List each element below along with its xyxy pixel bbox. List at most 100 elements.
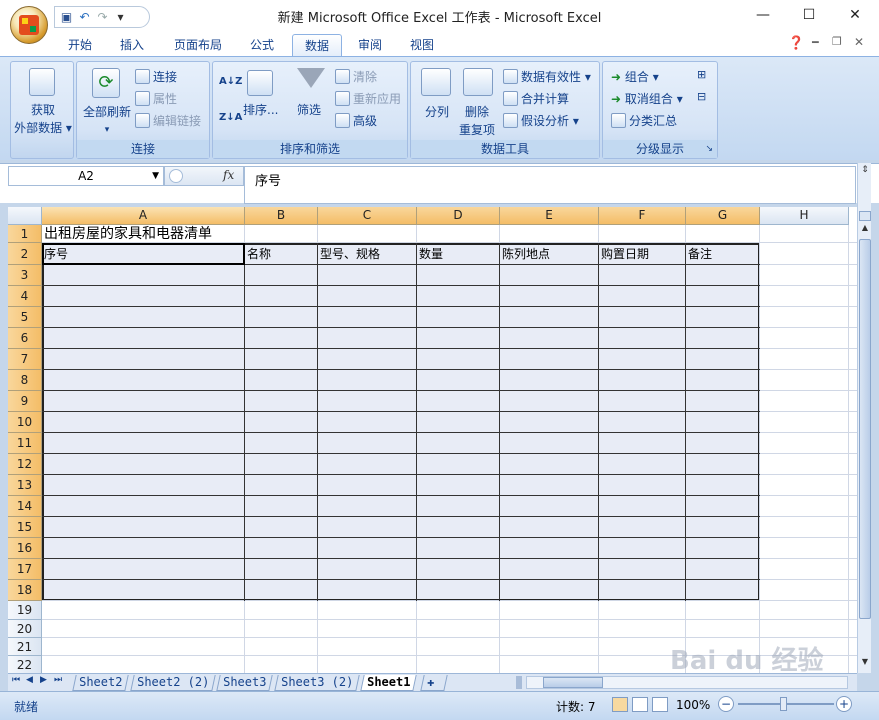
header-cell-c[interactable]: 型号、规格 [318,243,417,265]
select-all-corner[interactable] [8,207,42,225]
tab-split-handle[interactable] [516,676,522,689]
clear-button[interactable]: 清除 [335,69,377,85]
row-header-10[interactable]: 10 [8,412,42,433]
workbook-minimize-icon[interactable]: ━ [812,36,819,49]
remove-duplicates-button[interactable] [463,68,493,100]
reapply-button[interactable]: 重新应用 [335,91,401,107]
column-header-g[interactable]: G [686,207,760,225]
column-header-f[interactable]: F [599,207,686,225]
tab-data[interactable]: 数据 [292,34,343,57]
tab-review[interactable]: 审阅 [346,34,394,57]
properties-button[interactable]: 属性 [135,91,177,107]
header-cell-b[interactable]: 名称 [245,243,318,265]
page-break-view-icon[interactable] [652,697,668,712]
formula-expand-icon[interactable]: ⇕ [859,165,871,179]
column-header-e[interactable]: E [500,207,599,225]
sort-ascending-button[interactable]: A↓Z [219,74,242,90]
expand-formula-icon[interactable] [169,169,183,183]
row-header-20[interactable]: 20 [8,620,42,638]
last-sheet-icon[interactable]: ⏭ [54,675,62,685]
dialog-launcher-icon[interactable]: ↘ [705,140,713,158]
vertical-scrollbar[interactable]: ⇕ ▲ ▼ [857,163,871,673]
filter-icon[interactable] [297,68,325,88]
get-external-data-label2[interactable]: 外部数据 ▾ [11,120,75,136]
office-button[interactable] [10,6,48,44]
help-icon[interactable]: ❓ [788,36,804,51]
sheet-tab-sheet3-2[interactable]: Sheet3 (2) [274,675,360,691]
row-header-16[interactable]: 16 [8,538,42,559]
tab-page-layout[interactable]: 页面布局 [162,34,234,57]
workbook-close-icon[interactable]: ✕ [854,35,864,49]
normal-view-icon[interactable] [612,697,628,712]
maximize-button[interactable]: ☐ [786,0,832,30]
what-if-analysis-button[interactable]: 假设分析 ▾ [503,113,579,129]
connections-button[interactable]: 连接 [135,69,177,85]
tab-insert[interactable]: 插入 [108,34,156,57]
column-header-c[interactable]: C [318,207,417,225]
undo-icon[interactable]: ↶ [77,10,92,25]
show-detail-icon[interactable]: ⊞ [697,68,706,81]
scroll-down-icon[interactable]: ▼ [859,657,871,671]
sheet-tab-sheet1[interactable]: Sheet1 [360,675,418,691]
tab-formulas[interactable]: 公式 [238,34,286,57]
zoom-slider-thumb[interactable] [780,697,787,711]
row-header-15[interactable]: 15 [8,517,42,538]
refresh-all-dropdown[interactable]: ▾ [81,122,133,138]
sort-button[interactable] [247,70,273,100]
column-header-d[interactable]: D [417,207,500,225]
row-header-17[interactable]: 17 [8,559,42,580]
scroll-up-icon[interactable]: ▲ [859,223,871,237]
row-header-4[interactable]: 4 [8,286,42,307]
close-button[interactable]: ✕ [832,0,878,30]
ungroup-button[interactable]: ➜ 取消组合 ▾ [611,91,683,107]
row-header-18[interactable]: 18 [8,580,42,601]
page-layout-view-icon[interactable] [632,697,648,712]
name-box-dropdown-icon[interactable]: ▼ [152,167,159,185]
row-header-7[interactable]: 7 [8,349,42,370]
text-to-columns-button[interactable] [421,68,451,100]
consolidate-button[interactable]: 合并计算 [503,91,569,107]
row-header-8[interactable]: 8 [8,370,42,391]
customize-qat-button[interactable]: ▾ [113,10,128,25]
name-box[interactable]: A2 ▼ [8,166,164,186]
formula-input[interactable]: 序号 [244,166,856,204]
remove-duplicates-label[interactable]: 删除 [465,104,489,120]
zoom-level[interactable]: 100% [676,698,710,712]
header-cell-f[interactable]: 购置日期 [599,243,686,265]
first-sheet-icon[interactable]: ⏮ [12,675,20,685]
header-cell-d[interactable]: 数量 [417,243,500,265]
column-header-a[interactable]: A [42,207,245,225]
row-header-22[interactable]: 22 [8,656,42,673]
get-external-data-button[interactable] [25,68,59,100]
insert-sheet-button[interactable]: ✚ [420,675,448,691]
save-icon[interactable]: ▣ [59,10,74,25]
header-cell-g[interactable]: 备注 [686,243,760,265]
horizontal-scrollbar[interactable] [526,676,848,689]
row-header-14[interactable]: 14 [8,496,42,517]
h-scroll-thumb[interactable] [543,677,603,688]
row-header-1[interactable]: 1 [8,225,42,243]
advanced-button[interactable]: 高级 [335,113,377,129]
tab-view[interactable]: 视图 [398,34,446,57]
get-external-data-label[interactable]: 获取 [17,102,69,118]
sheet-tab-sheet3[interactable]: Sheet3 [216,675,274,691]
row-header-11[interactable]: 11 [8,433,42,454]
sort-label[interactable]: 排序... [243,102,278,118]
insert-function-button[interactable]: fx [223,168,234,182]
row-header-9[interactable]: 9 [8,391,42,412]
row-header-12[interactable]: 12 [8,454,42,475]
hide-detail-icon[interactable]: ⊟ [697,90,706,103]
zoom-in-icon[interactable]: + [836,696,852,712]
remove-duplicates-label2[interactable]: 重复项 [459,122,495,138]
data-validation-button[interactable]: 数据有效性 ▾ [503,69,591,85]
minimize-button[interactable]: — [740,0,786,30]
redo-icon[interactable]: ↷ [95,10,110,25]
text-to-columns-label[interactable]: 分列 [425,104,449,120]
row-header-19[interactable]: 19 [8,601,42,620]
column-header-h[interactable]: H [760,207,849,225]
sort-descending-button[interactable]: Z↓A [219,110,242,126]
row-header-6[interactable]: 6 [8,328,42,349]
row-header-21[interactable]: 21 [8,638,42,656]
refresh-all-label[interactable]: 全部刷新 [81,104,133,120]
zoom-out-icon[interactable]: − [718,696,734,712]
